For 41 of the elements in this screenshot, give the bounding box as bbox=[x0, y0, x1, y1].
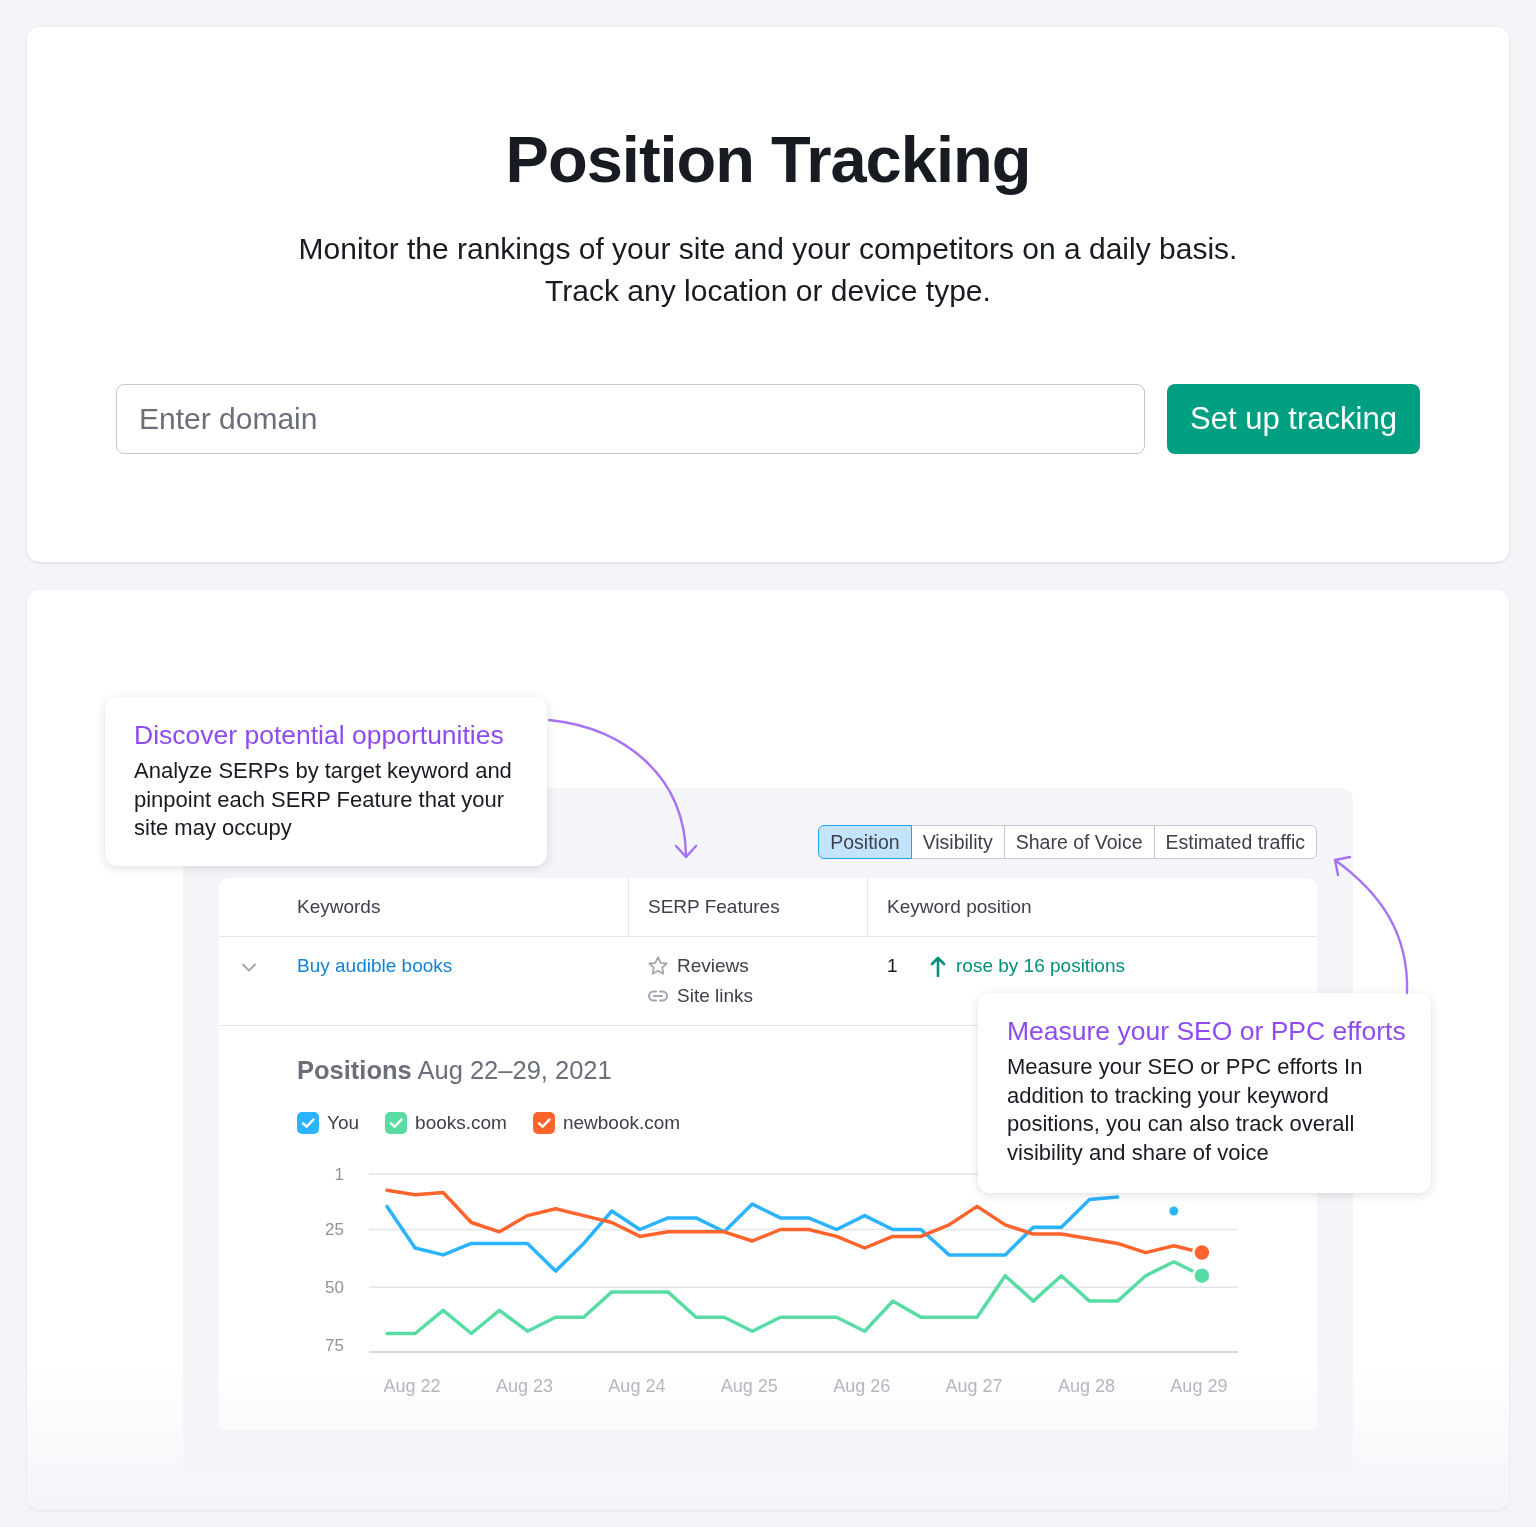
view-tab[interactable]: Visibility bbox=[910, 825, 1005, 859]
legend-checkbox[interactable] bbox=[297, 1112, 319, 1134]
page-title: Position Tracking bbox=[504, 125, 1032, 195]
x-tick-label: Aug 22 bbox=[383, 1376, 441, 1396]
legend-checkbox[interactable] bbox=[385, 1112, 408, 1134]
y-tick-label: 75 bbox=[325, 1335, 344, 1355]
position-value: 1 bbox=[887, 954, 899, 978]
callout-title: Discover potential opportunities bbox=[134, 719, 505, 751]
serp-feature-label: Reviews bbox=[677, 953, 749, 978]
x-tick-label: Aug 27 bbox=[945, 1376, 1003, 1396]
serp-feature-label: Site links bbox=[677, 983, 754, 1008]
view-tab[interactable]: Position bbox=[818, 825, 912, 859]
legend-checkbox[interactable] bbox=[532, 1112, 555, 1134]
y-tick-label: 50 bbox=[325, 1277, 344, 1297]
x-tick-label: Aug 28 bbox=[1057, 1376, 1116, 1396]
legend-label: You bbox=[327, 1111, 360, 1135]
x-tick-label: Aug 23 bbox=[495, 1376, 554, 1396]
legend-label: books.com bbox=[415, 1111, 507, 1135]
column-header: Keyword position bbox=[867, 878, 1317, 936]
chart-title: Positions Aug 22–29, 2021 bbox=[297, 1056, 612, 1084]
x-tick-label: Aug 29 bbox=[1170, 1376, 1228, 1396]
x-tick-label: Aug 24 bbox=[608, 1376, 666, 1396]
domain-input-field[interactable]: Enter domain bbox=[116, 384, 1145, 454]
legend-label: newbook.com bbox=[562, 1111, 681, 1135]
column-header: Keywords bbox=[296, 894, 382, 919]
callout-text: Analyze SERPs by target keyword and pinpoint each SERP Feature that your site may occupy bbox=[134, 757, 513, 843]
x-tick-label: Aug 26 bbox=[833, 1376, 891, 1396]
view-tab[interactable]: Estimated traffic bbox=[1153, 825, 1317, 859]
keyword-link[interactable]: Buy audible books bbox=[297, 951, 453, 981]
callout-text: Measure your SEO or PPC efforts In addition to tracking your keyword positions, you can also track overall visibility and share of voice bbox=[1007, 1053, 1364, 1167]
chevron-down-icon[interactable] bbox=[241, 963, 257, 973]
y-tick-label: 25 bbox=[325, 1220, 344, 1239]
y-tick-label: 1 bbox=[334, 1164, 344, 1184]
view-tab[interactable]: Share of Voice bbox=[1003, 825, 1155, 859]
link-icon bbox=[647, 989, 669, 1003]
column-header: SERP Features bbox=[628, 878, 867, 936]
position-change-text: rose by 16 positions bbox=[956, 954, 1125, 978]
page-subtitle: Monitor the rankings of your site and your competitors on a daily basis. Track any location or device type. bbox=[297, 231, 1239, 309]
star-icon bbox=[647, 955, 669, 977]
x-tick-label: Aug 25 bbox=[720, 1376, 778, 1396]
callout-title: Measure your SEO or PPC efforts bbox=[1007, 1015, 1407, 1047]
